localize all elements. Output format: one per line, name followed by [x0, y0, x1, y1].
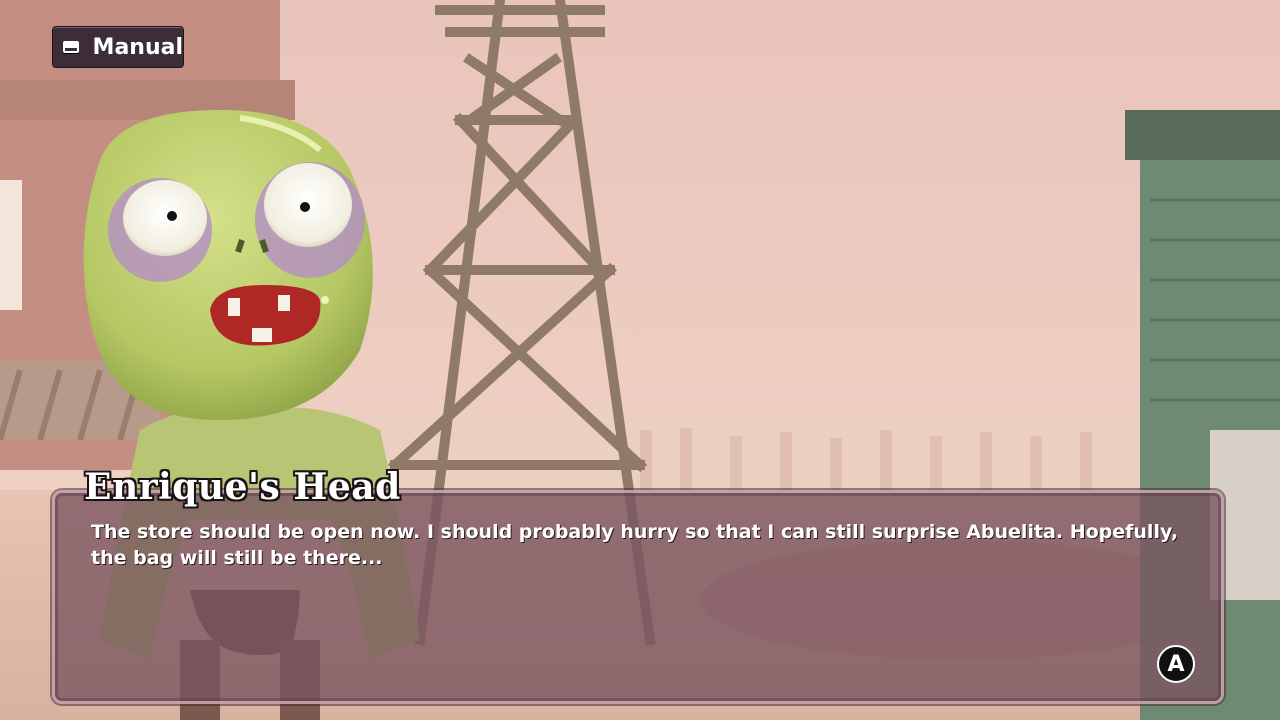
- speaker-name: Enrique's Head: [84, 466, 401, 508]
- dialog-box[interactable]: The store should be open now. I should p…: [52, 490, 1224, 704]
- advance-a-button[interactable]: A: [1157, 645, 1195, 683]
- manual-button[interactable]: Manual: [52, 26, 184, 68]
- zombie-head: [83, 110, 373, 420]
- dialog-text: The store should be open now. I should p…: [91, 521, 1179, 569]
- manual-label: Manual: [92, 34, 183, 60]
- keyboard-key-icon: [63, 41, 79, 53]
